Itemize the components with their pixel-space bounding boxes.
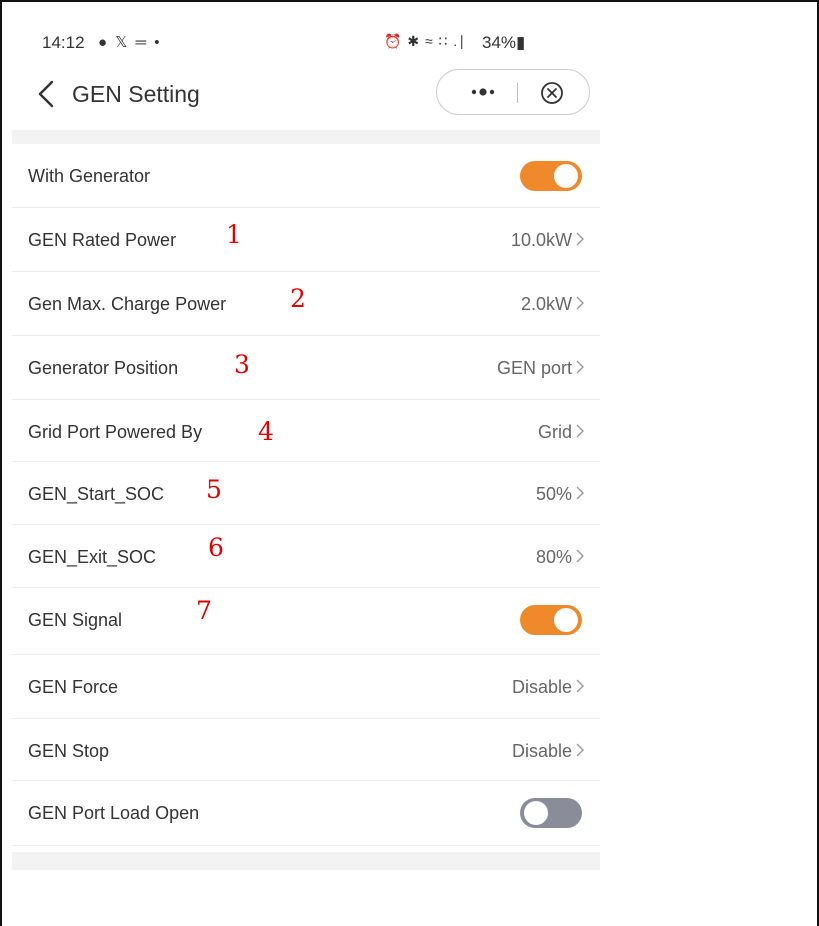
setting-value: 50% [535, 484, 572, 504]
setting-label: Grid Port Powered By [28, 422, 203, 442]
section-separator [12, 130, 600, 144]
toggle-knob [554, 608, 578, 632]
back-button[interactable] [34, 80, 58, 108]
toggle-switch[interactable] [520, 605, 582, 635]
battery-percent: 34% [482, 33, 517, 52]
annotation-number: 4 [258, 417, 274, 446]
setting-row-generator-position[interactable]: Generator Position 3 GEN port [12, 336, 600, 400]
status-time: 14:12 [42, 33, 85, 52]
setting-row-gen-exit-soc[interactable]: GEN_Exit_SOC 6 80% [12, 525, 600, 588]
setting-value: Grid [537, 422, 572, 442]
toggle-knob [554, 164, 578, 188]
phone-screen: 14:12 ● 𝕏 ═ • ⏰ ✱ ≈ ∷ .∣ 34%▮ GEN Settin… [12, 14, 600, 926]
annotation-number: 2 [290, 284, 306, 313]
setting-label: GEN Stop [28, 741, 110, 761]
setting-label: Gen Max. Charge Power [28, 294, 227, 314]
page-title: GEN Setting [72, 81, 200, 107]
setting-label: GEN Signal [28, 610, 123, 630]
annotation-number: 3 [234, 350, 250, 379]
status-bar: 14:12 ● 𝕏 ═ • ⏰ ✱ ≈ ∷ .∣ 34%▮ [12, 14, 600, 60]
chevron-right-icon [576, 424, 584, 438]
annotation-number: 5 [206, 475, 222, 504]
setting-value: 2.0kW [520, 294, 572, 314]
setting-row-gen-port-load-open[interactable]: GEN Port Load Open [12, 781, 600, 846]
system-status-icons: ⏰ ✱ ≈ ∷ .∣ [384, 33, 467, 49]
list-footer-separator [12, 852, 600, 870]
toggle-switch[interactable] [520, 798, 582, 828]
chevron-right-icon [576, 486, 584, 500]
battery-level: 34%▮ [482, 33, 525, 53]
toggle-knob [524, 801, 548, 825]
frame-border-left [0, 0, 2, 926]
chevron-right-icon [576, 296, 584, 310]
chevron-right-icon [576, 679, 584, 693]
close-button[interactable] [540, 81, 564, 105]
setting-row-gen-signal[interactable]: GEN Signal 7 [12, 588, 600, 655]
more-dots-icon [471, 88, 495, 96]
annotation-number: 1 [226, 220, 242, 249]
mini-program-capsule [436, 69, 590, 115]
more-options-button[interactable] [459, 83, 507, 101]
setting-row-grid-port-powered-by[interactable]: Grid Port Powered By 4 Grid [12, 400, 600, 462]
close-circle-icon [541, 82, 563, 104]
notification-icons: ● 𝕏 ═ • [98, 34, 162, 51]
setting-value: GEN port [496, 358, 572, 378]
capsule-divider [517, 83, 518, 103]
setting-row-gen-max-charge-power[interactable]: Gen Max. Charge Power 2 2.0kW [12, 272, 600, 336]
setting-label: Generator Position [28, 358, 179, 378]
setting-label: GEN Rated Power [28, 230, 177, 250]
settings-list: With Generator GEN Rated Power 1 10.0kW Gen … [12, 144, 600, 846]
setting-value: Disable [511, 741, 572, 761]
chevron-left-icon [38, 80, 54, 108]
setting-row-gen-start-soc[interactable]: GEN_Start_SOC 5 50% [12, 462, 600, 525]
setting-row-gen-rated-power[interactable]: GEN Rated Power 1 10.0kW [12, 208, 600, 272]
setting-label: GEN Force [28, 677, 119, 697]
toggle-switch[interactable] [520, 161, 582, 191]
setting-label: GEN Port Load Open [28, 803, 200, 823]
setting-value: 10.0kW [510, 230, 572, 250]
setting-label: GEN_Start_SOC [28, 484, 165, 504]
setting-value: Disable [511, 677, 572, 697]
frame-border-top [0, 0, 819, 2]
setting-label: GEN_Exit_SOC [28, 547, 157, 567]
annotation-number: 6 [208, 533, 224, 562]
setting-label: With Generator [28, 166, 151, 186]
annotation-number: 7 [196, 596, 212, 625]
setting-row-gen-force[interactable]: GEN Force Disable [12, 655, 600, 719]
setting-value: 80% [535, 547, 572, 567]
nav-bar: GEN Setting [12, 68, 600, 124]
setting-row-with-generator[interactable]: With Generator [12, 144, 600, 208]
chevron-right-icon [576, 549, 584, 563]
chevron-right-icon [576, 232, 584, 246]
chevron-right-icon [576, 360, 584, 374]
setting-row-gen-stop[interactable]: GEN Stop Disable [12, 719, 600, 781]
battery-icon: ▮ [516, 33, 526, 52]
chevron-right-icon [576, 743, 584, 757]
